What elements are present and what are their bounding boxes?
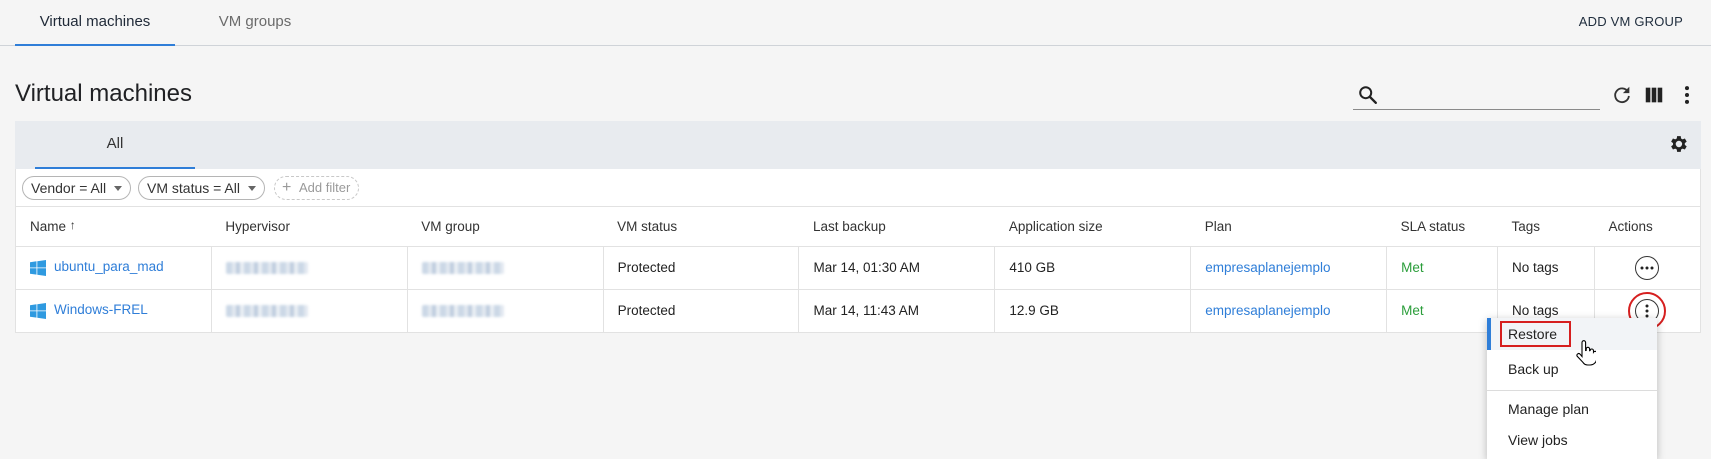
search-input[interactable] — [1387, 82, 1592, 106]
menu-item-manage-plan[interactable]: Manage plan — [1487, 393, 1657, 425]
search-box[interactable] — [1353, 80, 1600, 110]
application-size-cell: 410 GB — [994, 246, 1192, 290]
windows-icon — [30, 259, 46, 276]
add-filter-label: Add filter — [299, 180, 351, 195]
table-row: Windows-FREL Protected Mar 14, 11:43 AM … — [15, 289, 1701, 333]
add-vm-group-button[interactable]: ADD VM GROUP — [1579, 0, 1683, 44]
redacted-text — [421, 262, 504, 275]
add-filter-button[interactable]: + Add filter — [274, 176, 360, 200]
vm-status-filter-label: VM status = All — [147, 180, 240, 196]
more-vertical-icon[interactable] — [1676, 84, 1698, 106]
col-actions-header: Actions — [1594, 207, 1701, 247]
vm-status-cell: Protected — [603, 289, 800, 333]
menu-divider — [1487, 390, 1657, 391]
row-actions-menu: Restore Back up Manage plan View jobs — [1487, 318, 1657, 459]
plan-link[interactable]: empresaplanejemplo — [1205, 260, 1330, 275]
name-cell: Windows-FREL — [15, 289, 212, 333]
gear-icon[interactable] — [1667, 133, 1689, 155]
hand-cursor-icon — [1576, 340, 1596, 366]
hypervisor-cell — [211, 289, 408, 333]
plan-cell: empresaplanejemplo — [1190, 289, 1388, 333]
vm-group-cell — [407, 289, 604, 333]
plan-cell: empresaplanejemplo — [1190, 246, 1388, 290]
vm-group-cell — [407, 246, 604, 290]
caret-down-icon — [114, 186, 123, 191]
row-actions-button[interactable] — [1635, 255, 1660, 280]
vm-table: Name ↑ Hypervisor VM group VM status Las… — [15, 207, 1701, 333]
sort-ascending-icon: ↑ — [69, 218, 76, 233]
redacted-text — [421, 305, 504, 318]
last-backup-cell: Mar 14, 11:43 AM — [798, 289, 996, 333]
vendor-filter-label: Vendor = All — [31, 180, 107, 196]
vm-status-filter-chip[interactable]: VM status = All — [138, 176, 265, 200]
more-vertical-icon — [1645, 304, 1649, 317]
col-plan-header[interactable]: Plan — [1190, 207, 1387, 247]
col-name-header[interactable]: Name ↑ — [15, 207, 212, 247]
vm-list-panel: All Vendor = All VM status = All + Add fi… — [15, 121, 1701, 333]
col-sla-status-header[interactable]: SLA status — [1386, 207, 1498, 247]
name-cell: ubuntu_para_mad — [15, 246, 212, 290]
menu-item-view-jobs[interactable]: View jobs — [1487, 424, 1657, 456]
vm-status-cell: Protected — [603, 246, 800, 290]
sla-status-text: Met — [1401, 303, 1424, 318]
last-backup-cell: Mar 14, 01:30 AM — [798, 246, 996, 290]
application-size-cell: 12.9 GB — [994, 289, 1192, 333]
col-tags-header[interactable]: Tags — [1497, 207, 1595, 247]
restore-highlight-box — [1500, 321, 1571, 347]
table-header-row: Name ↑ Hypervisor VM group VM status Las… — [15, 207, 1701, 247]
page-title: Virtual machines — [15, 80, 192, 107]
vm-name-link[interactable]: ubuntu_para_mad — [54, 259, 164, 274]
col-vm-group-header[interactable]: VM group — [407, 207, 604, 247]
sla-status-cell: Met — [1386, 289, 1499, 333]
col-vm-status-header[interactable]: VM status — [603, 207, 799, 247]
filter-bar: Vendor = All VM status = All + Add filter — [15, 169, 1701, 207]
columns-icon[interactable] — [1643, 84, 1665, 106]
top-tab-bar: Virtual machines VM groups ADD VM GROUP — [0, 0, 1711, 46]
col-application-size-header[interactable]: Application size — [994, 207, 1191, 247]
col-name-label: Name — [30, 219, 67, 235]
plus-icon: + — [282, 179, 292, 196]
sla-status-cell: Met — [1386, 246, 1499, 290]
view-tabs: All — [15, 121, 1701, 169]
menu-item-back-up[interactable]: Back up — [1487, 353, 1657, 385]
tab-all[interactable]: All — [35, 121, 195, 169]
tab-virtual-machines[interactable]: Virtual machines — [15, 0, 175, 46]
hypervisor-cell — [211, 246, 408, 290]
table-row: ubuntu_para_mad Protected Mar 14, 01:30 … — [15, 246, 1701, 290]
vendor-filter-chip[interactable]: Vendor = All — [22, 176, 132, 200]
refresh-icon[interactable] — [1611, 84, 1633, 106]
redacted-text — [225, 305, 308, 318]
col-last-backup-header[interactable]: Last backup — [798, 207, 995, 247]
windows-icon — [30, 302, 46, 319]
search-icon — [1359, 86, 1377, 104]
redacted-text — [225, 262, 308, 275]
col-hypervisor-header[interactable]: Hypervisor — [211, 207, 408, 247]
plan-link[interactable]: empresaplanejemplo — [1205, 303, 1330, 318]
more-horizontal-icon — [1640, 266, 1654, 269]
caret-down-icon — [247, 186, 256, 191]
tab-vm-groups[interactable]: VM groups — [175, 0, 335, 46]
tags-cell: No tags — [1497, 246, 1595, 290]
actions-cell — [1594, 246, 1701, 290]
vm-name-link[interactable]: Windows-FREL — [54, 302, 148, 317]
sla-status-text: Met — [1401, 260, 1424, 275]
